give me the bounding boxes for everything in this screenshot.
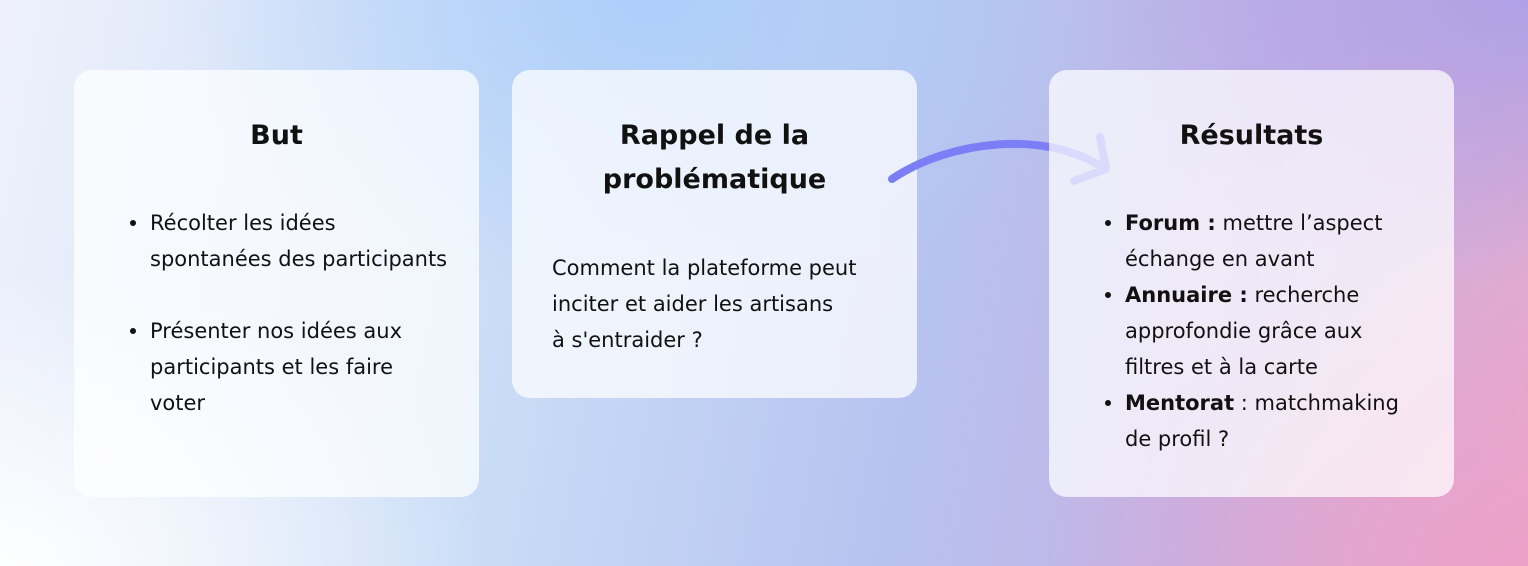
list-item-annuaire: Annuaire : recherche approfondie grâce a… xyxy=(1105,277,1425,385)
resultats-list: Forum : mettre l’aspect échange en avant… xyxy=(1105,205,1425,457)
problem-line: Comment la plateforme peut xyxy=(552,256,857,280)
list-item-bold: Mentorat xyxy=(1125,391,1235,415)
list-item-bold: Forum : xyxy=(1125,211,1216,235)
but-list: Récolter les idées spontanées des partic… xyxy=(130,205,450,421)
card-title-rappel-line2: problématique xyxy=(602,164,827,195)
list-item: Présenter nos idées aux participants et … xyxy=(130,313,450,421)
card-title-but: But xyxy=(250,120,303,151)
list-item-forum: Forum : mettre l’aspect échange en avant xyxy=(1105,205,1425,277)
problem-statement: Comment la plateforme peut inciter et ai… xyxy=(552,250,897,358)
card-title-rappel-line1: Rappel de la xyxy=(619,120,810,151)
problem-line: inciter et aider les artisans xyxy=(552,292,834,316)
list-item: Récolter les idées spontanées des partic… xyxy=(130,205,450,277)
card-resultats: Résultats Forum : mettre l’aspect échang… xyxy=(1049,70,1454,497)
card-rappel: Rappel de la problématique Comment la pl… xyxy=(512,70,917,398)
list-item-bold: Annuaire : xyxy=(1125,283,1248,307)
problem-line: à s'entraider ? xyxy=(552,328,703,352)
card-title-rappel: Rappel de la problématique xyxy=(512,114,917,202)
card-but: But Récolter les idées spontanées des pa… xyxy=(74,70,479,497)
list-item-mentorat: Mentorat : matchmaking de profil ? xyxy=(1105,385,1425,457)
card-title-resultats: Résultats xyxy=(1179,120,1324,151)
